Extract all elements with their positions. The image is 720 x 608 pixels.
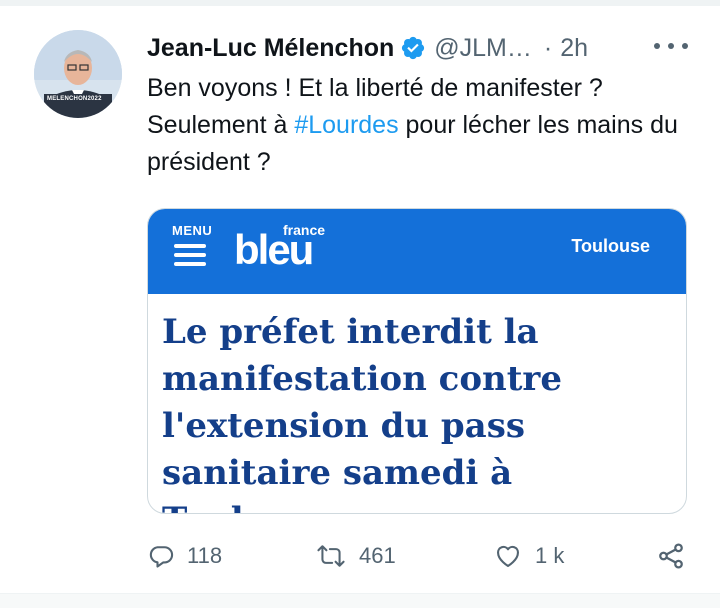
reply-icon: [149, 546, 174, 568]
tweet-time[interactable]: 2h: [560, 34, 588, 63]
separator-dot: ·: [543, 33, 553, 62]
top-divider: [0, 0, 720, 6]
author-handle[interactable]: @JLM…: [434, 34, 532, 63]
like-icon: [497, 545, 519, 567]
card-header: MENU bleu france Toulouse: [148, 209, 686, 294]
tweet-header: Jean-Luc Mélenchon @JLM… · 2h: [147, 30, 588, 66]
author-name[interactable]: Jean-Luc Mélenchon: [147, 34, 394, 63]
retweet-count: 461: [359, 543, 396, 568]
tweet-actions: 118 461 1 k: [147, 536, 692, 576]
tweet-text: Ben voyons ! Et la liberté de manifester…: [147, 70, 687, 181]
reply-button[interactable]: 118: [147, 536, 222, 576]
like-button[interactable]: 1 k: [493, 536, 564, 576]
share-icon: [659, 543, 683, 569]
region-label: Toulouse: [571, 236, 650, 256]
retweet-icon: [317, 545, 345, 567]
hashtag-link[interactable]: #Lourdes: [294, 111, 398, 139]
retweet-button[interactable]: 461: [315, 536, 396, 576]
menu-icon: [174, 244, 206, 268]
card-headline: Le préfet interdit la manifestation cont…: [162, 312, 562, 513]
brand-logo-small: france: [283, 222, 326, 238]
avatar[interactable]: MELENCHON2022: [34, 30, 122, 118]
menu-label: MENU: [172, 223, 213, 238]
reply-count: 118: [187, 543, 223, 568]
link-preview-card[interactable]: MENU bleu france Toulouse Le préfet inte…: [147, 208, 687, 514]
bottom-divider: [0, 593, 720, 608]
more-options-icon[interactable]: [654, 36, 688, 56]
like-count: 1 k: [535, 543, 565, 568]
verified-badge-icon: [402, 36, 425, 60]
avatar-banner: MELENCHON2022: [47, 96, 102, 102]
share-button[interactable]: [655, 536, 699, 576]
